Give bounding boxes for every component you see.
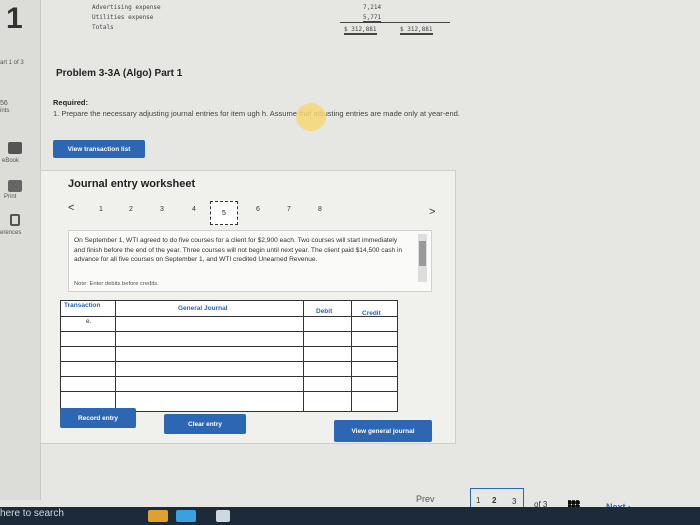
ebook-icon[interactable] [8, 142, 22, 154]
col-header-credit: Credit [362, 310, 381, 317]
tab-1[interactable]: 1 [99, 206, 103, 213]
page-2-current[interactable]: 2 [492, 496, 496, 505]
question-number: 1 [6, 2, 23, 35]
ledger-row-amount: 7,214 [363, 4, 382, 11]
references-icon[interactable] [10, 214, 20, 226]
tab-8[interactable]: 8 [318, 206, 322, 213]
prev-tab-arrow[interactable]: < [68, 202, 74, 214]
ledger-row-label: Utilities expense [92, 14, 154, 21]
page-1[interactable]: 1 [476, 496, 480, 505]
ledger-debit-total: $ 312,881 [344, 26, 377, 35]
taskbar-search[interactable]: here to search [0, 508, 64, 519]
ledger-credit-total: $ 312,881 [400, 26, 433, 35]
windows-taskbar [0, 507, 700, 525]
view-general-journal-button[interactable]: View general journal [334, 420, 432, 442]
glare-highlight [296, 103, 326, 131]
worksheet-title: Journal entry worksheet [68, 178, 196, 190]
col-header-debit: Debit [316, 308, 333, 315]
sidebar-item-references[interactable]: erences [0, 230, 21, 236]
taskbar-app-icon[interactable] [148, 510, 168, 522]
taskbar-app-icon[interactable] [176, 510, 196, 522]
prev-page-label: Prev [416, 494, 435, 504]
account-input[interactable] [116, 316, 302, 329]
sidebar-item-ebook[interactable]: eBook [2, 158, 19, 164]
tab-7[interactable]: 7 [287, 206, 291, 213]
instruction-text: 1. Prepare the necessary adjusting journ… [53, 109, 460, 118]
clear-entry-button[interactable]: Clear entry [164, 414, 246, 434]
ledger-divider [340, 22, 450, 23]
sidebar-item-print[interactable]: Print [4, 194, 16, 200]
credit-input[interactable] [352, 320, 394, 333]
score-sub-label: ints [0, 108, 10, 114]
left-sidebar [0, 0, 41, 500]
tab-4[interactable]: 4 [192, 206, 196, 213]
tab-2[interactable]: 2 [129, 206, 133, 213]
tab-3[interactable]: 3 [160, 206, 164, 213]
tab-5-selected[interactable]: 5 [210, 201, 238, 225]
score-value: 56 [0, 100, 8, 107]
transaction-cell: e. [86, 318, 92, 325]
debit-credit-note: Note: Enter debits before credits. [74, 281, 159, 287]
record-entry-button[interactable]: Record entry [60, 408, 136, 428]
problem-title: Problem 3-3A (Algo) Part 1 [56, 68, 183, 79]
page-3[interactable]: 3 [512, 497, 516, 506]
col-header-transaction: Transaction [64, 302, 101, 309]
next-tab-arrow[interactable]: > [429, 206, 435, 218]
ledger-row-label: Advertising expense [92, 4, 161, 11]
part-label: art 1 of 3 [0, 60, 24, 66]
prev-page-link[interactable]: Prev [416, 494, 435, 504]
debit-input[interactable] [304, 318, 350, 331]
ledger-row-amount: 5,771 [363, 14, 382, 22]
col-header-general-journal: General Journal [178, 305, 228, 312]
tab-6[interactable]: 6 [256, 206, 260, 213]
taskbar-app-icon[interactable] [216, 510, 230, 522]
required-label: Required: [53, 98, 89, 107]
view-transaction-list-button[interactable]: View transaction list [53, 140, 145, 158]
description-scroll-thumb[interactable] [419, 241, 426, 266]
transaction-description: On September 1, WTI agreed to do five co… [74, 237, 403, 264]
ledger-row-label: Totals [92, 24, 114, 31]
print-icon[interactable] [8, 180, 22, 192]
